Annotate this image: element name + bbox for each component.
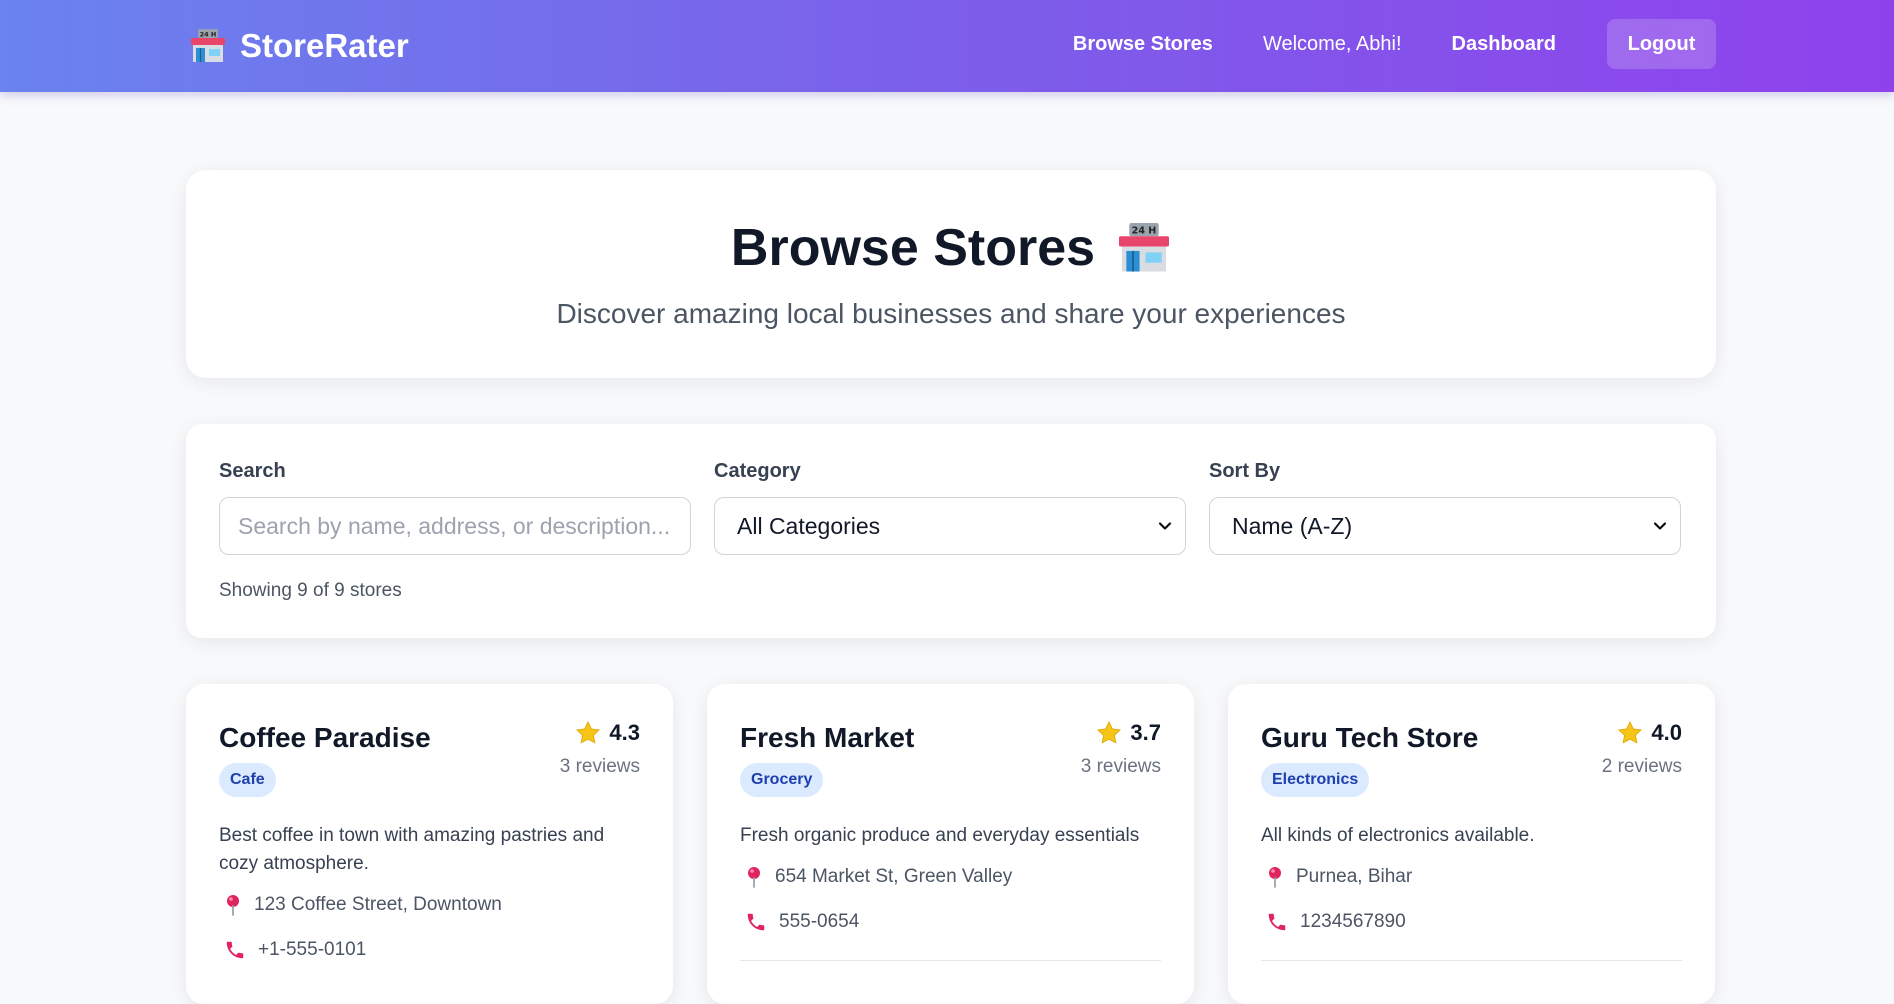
category-group: Category All Categories: [714, 460, 1186, 555]
star-icon: [1617, 720, 1643, 746]
results-count: Showing 9 of 9 stores: [219, 580, 402, 601]
store-card[interactable]: Guru Tech Store 4.0 2 reviews Electronic…: [1228, 684, 1715, 1004]
phone-text: 555-0654: [779, 911, 860, 932]
card-divider: [740, 960, 1161, 961]
sort-label: Sort By: [1209, 460, 1281, 482]
sort-value: Name (A-Z): [1232, 512, 1353, 539]
sort-group: Sort By Name (A-Z): [1209, 460, 1681, 555]
rating-value: 4.3: [609, 720, 640, 745]
sort-select[interactable]: Name (A-Z): [1209, 497, 1681, 555]
store-description: Best coffee in town with amazing pastrie…: [219, 825, 605, 874]
store-description: Fresh organic produce and everyday essen…: [740, 825, 1140, 846]
nav-dashboard[interactable]: Dashboard: [1452, 33, 1556, 56]
nav-browse-stores[interactable]: Browse Stores: [1073, 33, 1213, 56]
store-card[interactable]: Coffee Paradise 4.3 3 reviews Cafe Best …: [186, 684, 673, 1004]
store-phone-row: +1-555-0101: [224, 939, 366, 961]
page-title: Browse Stores: [730, 219, 1096, 277]
nav-welcome-user[interactable]: Welcome, Abhi!: [1263, 33, 1402, 56]
store-name[interactable]: Coffee Paradise: [219, 722, 431, 754]
category-label: Category: [714, 460, 801, 482]
store-rating: 3.7: [1096, 720, 1161, 746]
brand-logo[interactable]: 24 H StoreRater: [190, 22, 409, 70]
page-subtitle: Discover amazing local businesses and sh…: [556, 298, 1346, 329]
category-badge: Grocery: [740, 763, 824, 797]
store-address-row: 123 Coffee Street, Downtown: [224, 894, 502, 916]
brand-name: StoreRater: [240, 27, 409, 64]
store-address-row: Purnea, Bihar: [1266, 866, 1412, 888]
category-value: All Categories: [737, 512, 881, 539]
filters-card: Search Search by name, address, or descr…: [186, 424, 1716, 638]
page-title-row: Browse Stores 24 H: [186, 218, 1716, 278]
chevron-down-icon: [1155, 516, 1175, 536]
card-divider: [1261, 960, 1682, 961]
search-placeholder: Search by name, address, or description.…: [238, 512, 671, 539]
rating-value: 3.7: [1130, 720, 1161, 745]
category-badge: Cafe: [219, 763, 276, 797]
svg-text:24 H: 24 H: [200, 30, 217, 38]
hero-card: Browse Stores 24 H Discover amazing loca…: [186, 170, 1716, 378]
map-pin-icon: [745, 866, 763, 888]
chevron-down-icon: [1650, 516, 1670, 536]
address-text: 654 Market St, Green Valley: [775, 866, 1013, 887]
store-phone-row: 1234567890: [1266, 911, 1406, 933]
logout-button[interactable]: Logout: [1607, 19, 1716, 69]
svg-text:24 H: 24 H: [1132, 226, 1157, 237]
store-rating: 4.0: [1617, 720, 1682, 746]
star-icon: [1096, 720, 1122, 746]
phone-text: +1-555-0101: [258, 939, 367, 960]
address-text: 123 Coffee Street, Downtown: [254, 894, 502, 915]
store-name[interactable]: Guru Tech Store: [1261, 722, 1478, 754]
category-select[interactable]: All Categories: [714, 497, 1186, 555]
store-description: All kinds of electronics available.: [1261, 825, 1535, 846]
rating-value: 4.0: [1651, 720, 1682, 745]
category-badge: Electronics: [1261, 763, 1370, 797]
telephone-icon: [745, 911, 767, 933]
map-pin-icon: [224, 894, 242, 916]
store-address-row: 654 Market St, Green Valley: [745, 866, 1012, 888]
review-count: 3 reviews: [1080, 756, 1161, 777]
review-count: 3 reviews: [559, 756, 640, 777]
store-phone-row: 555-0654: [745, 911, 859, 933]
store-rating: 4.3: [575, 720, 640, 746]
search-input[interactable]: Search by name, address, or description.…: [219, 497, 691, 555]
convenience-store-icon: 24 H: [1117, 223, 1171, 273]
convenience-store-icon: 24 H: [190, 29, 226, 63]
address-text: Purnea, Bihar: [1296, 866, 1413, 887]
search-group: Search Search by name, address, or descr…: [219, 460, 691, 555]
nav-links: Browse Stores Welcome, Abhi! Dashboard L…: [1023, 19, 1716, 69]
store-name[interactable]: Fresh Market: [740, 722, 914, 754]
review-count: 2 reviews: [1601, 756, 1682, 777]
top-navbar: 24 H StoreRater Browse Stores Welcome, A…: [0, 0, 1894, 92]
map-pin-icon: [1266, 866, 1284, 888]
search-label: Search: [219, 460, 286, 482]
telephone-icon: [224, 939, 246, 961]
telephone-icon: [1266, 911, 1288, 933]
phone-text: 1234567890: [1300, 911, 1406, 932]
star-icon: [575, 720, 601, 746]
store-card[interactable]: Fresh Market 3.7 3 reviews Grocery Fresh…: [707, 684, 1194, 1004]
